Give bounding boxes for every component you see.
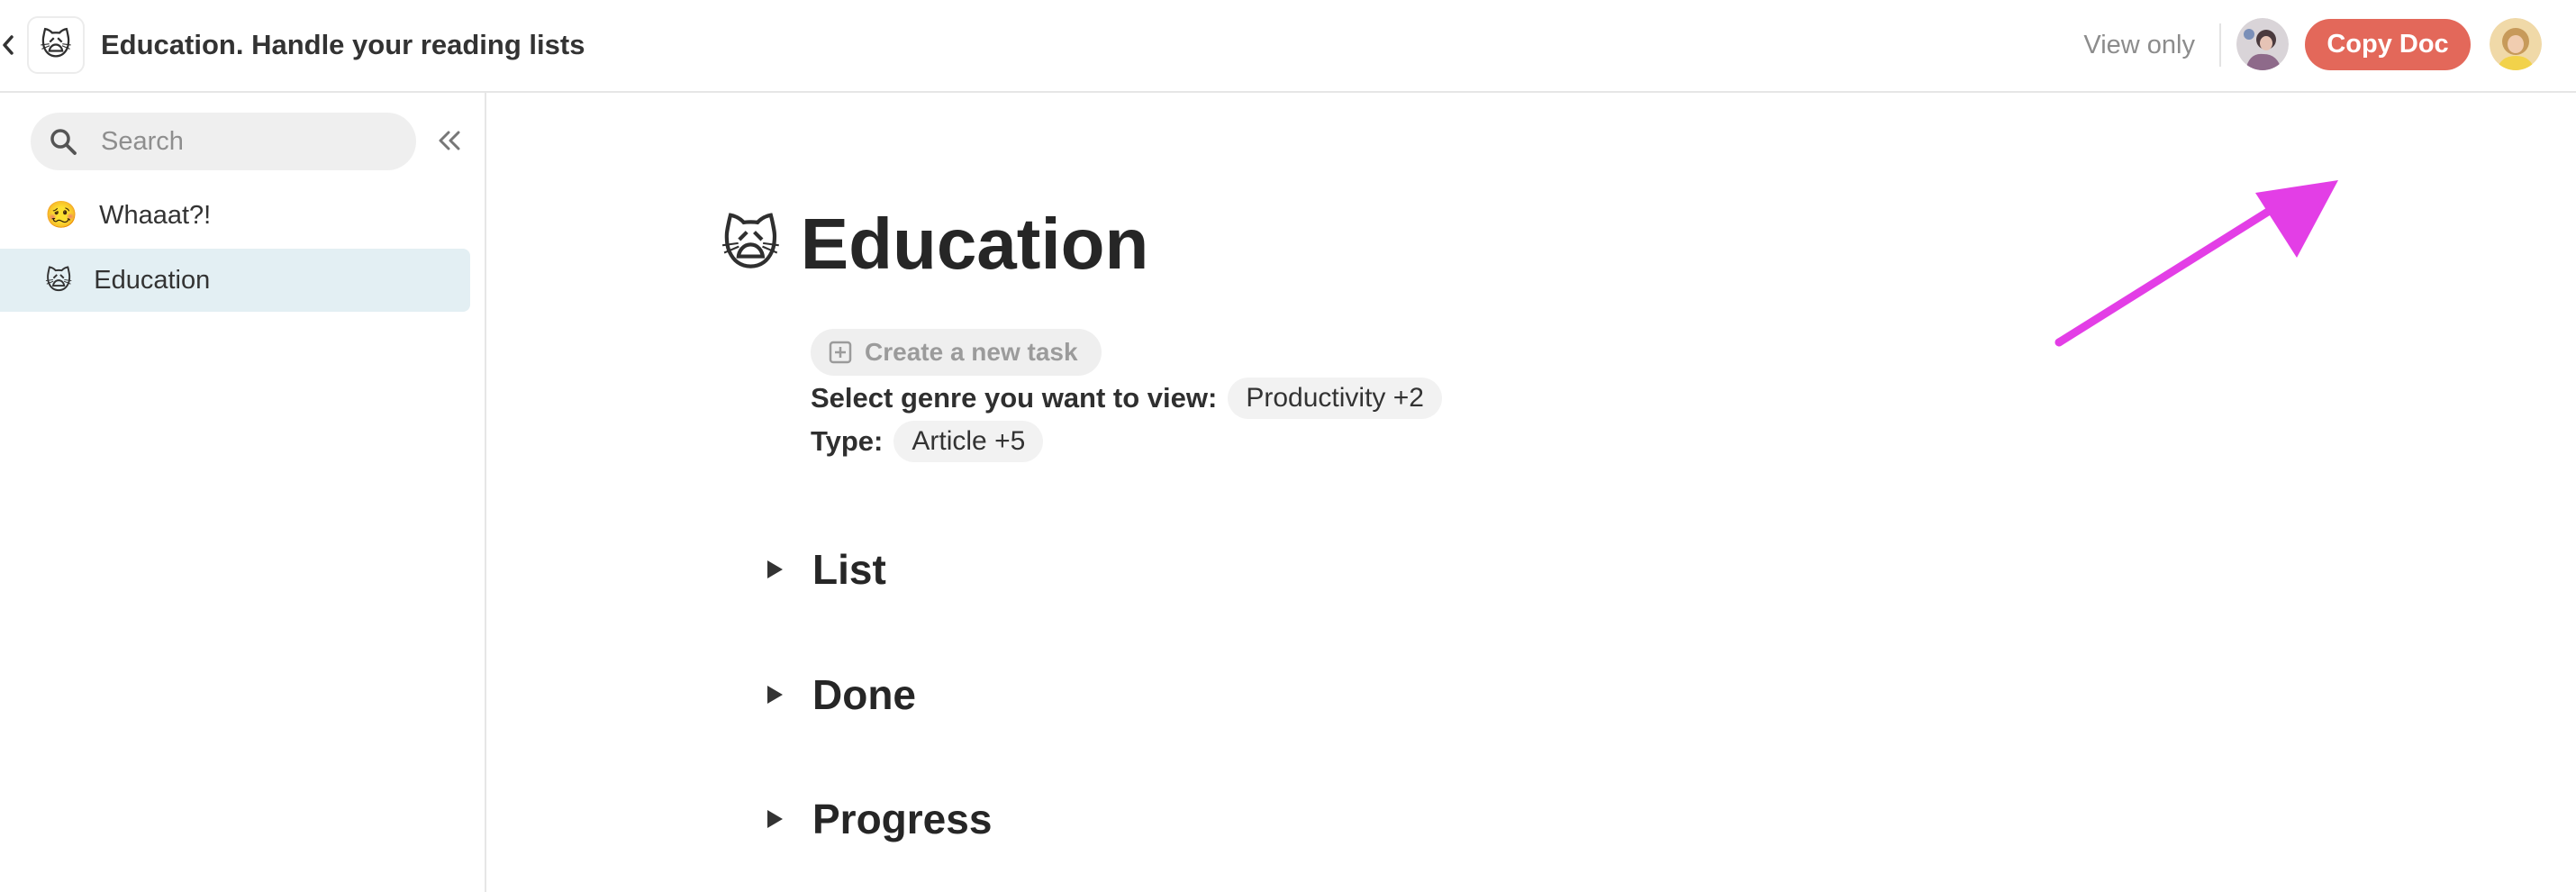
header-divider	[2219, 23, 2221, 67]
search-icon	[50, 129, 77, 155]
section-list[interactable]: List	[766, 545, 886, 594]
top-bar: 🙀 Education. Handle your reading lists V…	[0, 0, 2576, 93]
search-box[interactable]	[31, 113, 416, 170]
section-progress[interactable]: Progress	[766, 795, 992, 843]
user-avatar[interactable]	[2490, 18, 2542, 70]
sidebar-item-label: Education	[94, 265, 211, 295]
collapse-sidebar-button[interactable]	[431, 122, 468, 159]
genre-filter-chip[interactable]: Productivity +2	[1228, 378, 1442, 419]
genre-filter-row: Select genre you want to view: Productiv…	[811, 378, 1442, 419]
copy-doc-button[interactable]: Copy Doc	[2305, 19, 2471, 70]
plus-square-icon	[829, 341, 852, 364]
create-task-button[interactable]: Create a new task	[811, 329, 1102, 376]
search-input[interactable]	[99, 125, 369, 158]
section-done[interactable]: Done	[766, 670, 916, 719]
doc-emoji-button[interactable]: 🙀	[27, 16, 85, 74]
chevron-left-icon	[3, 35, 14, 55]
sidebar-item-emoji: 🥴	[45, 201, 78, 230]
sidebar-item-education[interactable]: 🙀 Education	[0, 249, 470, 312]
type-filter-chip[interactable]: Article +5	[893, 421, 1044, 462]
page-heading: 🙀 Education	[721, 199, 1148, 289]
doc-title: Education. Handle your reading lists	[101, 29, 585, 60]
collaborator-avatar[interactable]	[2236, 18, 2289, 70]
annotation-arrow-icon	[2054, 180, 2338, 347]
section-title: List	[812, 546, 886, 593]
sidebar-item-whaaat[interactable]: 🥴 Whaaat?!	[0, 184, 470, 247]
sidebar-item-emoji: 🙀	[45, 266, 73, 296]
sidebar-item-label: Whaaat?!	[99, 200, 212, 230]
sidebar: 🥴 Whaaat?! 🙀 Education	[0, 93, 486, 892]
double-chevron-left-icon	[439, 131, 460, 150]
section-title: Done	[812, 671, 916, 718]
doc-emoji: 🙀	[40, 28, 72, 62]
caret-right-icon[interactable]	[766, 809, 805, 829]
create-task-label: Create a new task	[865, 338, 1078, 366]
genre-filter-label: Select genre you want to view:	[811, 382, 1218, 414]
caret-right-icon[interactable]	[766, 560, 805, 579]
page-title: Education	[800, 204, 1149, 284]
type-filter-label: Type:	[811, 425, 884, 457]
caret-right-icon[interactable]	[766, 685, 805, 705]
page-emoji: 🙀	[721, 211, 781, 277]
type-filter-row: Type: Article +5	[811, 421, 1044, 462]
view-only-label: View only	[2083, 31, 2195, 59]
section-title: Progress	[812, 796, 993, 842]
back-button[interactable]	[0, 27, 16, 63]
